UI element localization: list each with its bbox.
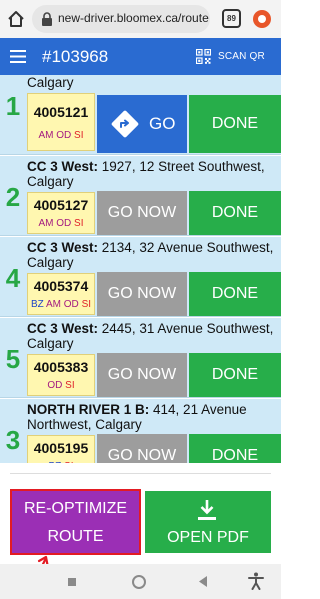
- tag-am: AM: [46, 299, 61, 310]
- home-icon[interactable]: [6, 9, 26, 29]
- order-title: #103968: [42, 47, 109, 66]
- order-tags: AM OD SI: [28, 130, 94, 141]
- go-now-button[interactable]: GO NOW: [97, 272, 187, 316]
- tag-od: OD: [56, 218, 72, 229]
- done-button[interactable]: DONE: [189, 272, 281, 316]
- accessibility-icon[interactable]: [248, 572, 264, 590]
- stop-number: 5: [5, 344, 21, 374]
- stop-location-name: CC 3 West:: [27, 240, 99, 255]
- order-code: 4005121: [33, 104, 89, 120]
- stop-number: 2: [5, 182, 21, 212]
- tag-si: SI: [74, 130, 84, 141]
- order-code: 4005383: [33, 359, 89, 375]
- tag-si: SI: [65, 380, 75, 391]
- menu-icon[interactable]: [10, 50, 26, 63]
- go-now-button[interactable]: GO NOW: [97, 434, 187, 463]
- tag-od: OD: [47, 380, 63, 391]
- go-button[interactable]: GO: [97, 95, 187, 153]
- browser-toolbar: new-driver.bloomex.ca/route 89: [0, 0, 281, 38]
- recent-apps-icon[interactable]: [68, 578, 76, 586]
- order-tags: OD SI: [28, 380, 94, 391]
- stop-card: 5 CC 3 West: 2445, 31 Avenue Southwest, …: [0, 318, 281, 398]
- go-now-button[interactable]: GO NOW: [97, 353, 187, 397]
- stop-address: CC 3 West: 2445, 31 Avenue Southwest, Ca…: [27, 321, 279, 351]
- back-icon[interactable]: [198, 575, 208, 588]
- app-header: #103968 SCAN QR: [0, 38, 281, 75]
- stop-location-name: CC 3 West:: [27, 321, 99, 336]
- scan-qr-button[interactable]: SCAN QR: [218, 51, 265, 62]
- open-pdf-label: OPEN PDF: [167, 529, 249, 546]
- order-code: 4005127: [33, 197, 89, 213]
- route-actions: RE-OPTIMIZE ROUTE OPEN PDF: [0, 463, 281, 564]
- done-button[interactable]: DONE: [189, 95, 281, 153]
- stop-card: 4 CC 3 West: 2134, 32 Avenue Southwest, …: [0, 237, 281, 317]
- open-pdf-button[interactable]: OPEN PDF: [145, 491, 271, 553]
- tag-am: AM: [38, 218, 54, 229]
- lock-icon: [42, 12, 52, 26]
- reoptimize-label-line2: ROUTE: [47, 528, 104, 545]
- download-icon: [198, 500, 216, 520]
- reoptimize-route-button[interactable]: RE-OPTIMIZE ROUTE: [10, 489, 141, 555]
- tag-am: AM: [38, 130, 54, 141]
- route-stop-list[interactable]: 1 Calgary 4005121 AM OD SI GO DONE 2 CC …: [0, 75, 281, 463]
- order-code-box: 4005121 AM OD SI: [27, 93, 95, 151]
- stop-address-text: Calgary: [27, 75, 74, 90]
- tab-count-icon[interactable]: 89: [222, 9, 241, 28]
- stop-card: 3 NORTH RIVER 1 B: 414, 21 Avenue Northw…: [0, 399, 281, 463]
- stop-number: 4: [5, 263, 21, 293]
- directions-icon: [111, 110, 139, 138]
- order-code-box: 4005127 AM OD SI: [27, 192, 95, 234]
- url-bar[interactable]: new-driver.bloomex.ca/route: [32, 5, 210, 33]
- stop-number: 3: [5, 425, 21, 455]
- order-code-box: 4005383 OD SI: [27, 354, 95, 396]
- tag-od: OD: [56, 130, 72, 141]
- order-code: 4005374: [33, 278, 89, 294]
- order-code: 4005195: [33, 440, 89, 456]
- stop-address: CC 3 West: 2134, 32 Avenue Southwest, Ca…: [27, 240, 279, 270]
- system-nav-bar: [0, 564, 281, 599]
- stop-card: 1 Calgary 4005121 AM OD SI GO DONE: [0, 75, 281, 155]
- extension-icon[interactable]: [252, 9, 272, 29]
- stop-card: 2 CC 3 West: 1927, 12 Street Southwest, …: [0, 156, 281, 236]
- url-text: new-driver.bloomex.ca/route: [58, 11, 209, 25]
- stop-location-name: NORTH RIVER 1 B:: [27, 402, 150, 417]
- stop-address: CC 3 West: 1927, 12 Street Southwest, Ca…: [27, 159, 279, 189]
- go-label: GO: [149, 114, 176, 133]
- reoptimize-label-line1: RE-OPTIMIZE: [23, 500, 128, 517]
- stop-number: 1: [5, 91, 21, 121]
- order-tags: BZ AM OD SI: [28, 299, 94, 310]
- order-code-box: 4005195 BZ SI: [27, 435, 95, 463]
- divider: [10, 473, 271, 474]
- home-nav-icon[interactable]: [132, 575, 146, 589]
- stop-location-name: CC 3 West:: [27, 159, 99, 174]
- go-now-button[interactable]: GO NOW: [97, 191, 187, 235]
- done-button[interactable]: DONE: [189, 353, 281, 397]
- done-button[interactable]: DONE: [189, 191, 281, 235]
- stop-address: NORTH RIVER 1 B: 414, 21 Avenue Northwes…: [27, 402, 279, 432]
- tag-si: SI: [74, 218, 84, 229]
- stop-address: Calgary: [27, 75, 279, 90]
- tag-od: OD: [63, 299, 79, 310]
- qr-code-icon[interactable]: [196, 49, 211, 64]
- tag-bz: BZ: [30, 299, 44, 310]
- done-button[interactable]: DONE: [189, 434, 281, 463]
- tag-si: SI: [81, 299, 92, 310]
- order-code-box: 4005374 BZ AM OD SI: [27, 273, 95, 315]
- order-tags: AM OD SI: [28, 218, 94, 229]
